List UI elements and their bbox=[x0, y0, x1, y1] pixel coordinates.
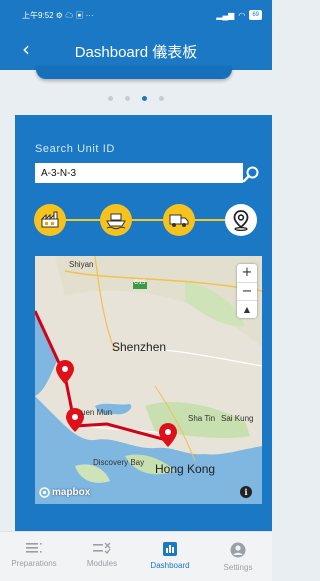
map-label: uen Mun bbox=[81, 408, 113, 417]
nav-label: Modules bbox=[86, 559, 118, 568]
status-bar: 上午9:52 ⚙ ☁ ▣ ··· ▂▄▆ ◠ 69 bbox=[0, 0, 272, 30]
bottom-navigation: Preparations Modules Dashboard Settings bbox=[0, 531, 272, 581]
carousel-dot[interactable] bbox=[108, 96, 113, 101]
factory-icon bbox=[40, 211, 59, 228]
status-time: 上午9:52 ⚙ ☁ ▣ ··· bbox=[22, 10, 94, 20]
info-icon[interactable]: i bbox=[240, 486, 252, 498]
step-destination[interactable] bbox=[225, 204, 257, 236]
carousel-dots bbox=[0, 96, 272, 101]
mapbox-logo[interactable]: mapbox bbox=[39, 487, 90, 498]
map-label: Shiyan bbox=[69, 260, 94, 269]
map-label: Shenzhen bbox=[112, 340, 167, 354]
map-pin[interactable] bbox=[159, 423, 177, 447]
location-pin-icon bbox=[233, 210, 249, 231]
previous-card[interactable] bbox=[36, 66, 232, 79]
search-label: Search Unit ID bbox=[35, 143, 115, 155]
map-label: Hong Kong bbox=[155, 462, 216, 476]
map-label: Discovery Bay bbox=[93, 458, 145, 467]
mapbox-icon bbox=[39, 487, 50, 498]
mapbox-attribution: mapbox bbox=[52, 487, 91, 498]
nav-item-settings[interactable]: Settings bbox=[204, 532, 272, 581]
nav-label: Preparations bbox=[11, 559, 57, 568]
signal-icon: ▂▄▆ bbox=[216, 10, 235, 20]
map-canvas bbox=[35, 256, 262, 504]
shipment-map[interactable]: Shiyan G15 Shenzhen uen Mun Sha Tin Sai … bbox=[35, 256, 262, 504]
truck-icon bbox=[169, 214, 189, 227]
step-truck[interactable] bbox=[163, 204, 195, 236]
progress-track bbox=[35, 219, 253, 221]
user-icon bbox=[230, 542, 246, 558]
bar-chart-icon bbox=[163, 542, 177, 556]
carousel-dot[interactable] bbox=[159, 96, 164, 101]
nav-label: Settings bbox=[223, 563, 253, 572]
nav-label: Dashboard bbox=[150, 561, 190, 570]
carousel-dot[interactable] bbox=[125, 96, 130, 101]
nav-item-dashboard[interactable]: Dashboard bbox=[136, 532, 204, 581]
status-icons: ▂▄▆ ◠ 69 bbox=[216, 10, 262, 20]
step-factory[interactable] bbox=[34, 204, 66, 236]
map-label: G15 bbox=[134, 280, 146, 286]
tracking-panel: Search Unit ID A-3-N-3 Shiyan G15 Shenzh… bbox=[15, 115, 272, 531]
nav-item-modules[interactable]: Modules bbox=[68, 532, 136, 581]
step-ship[interactable] bbox=[100, 204, 132, 236]
map-label: Sai Kung bbox=[221, 414, 254, 423]
unit-id-input[interactable] bbox=[35, 163, 243, 183]
battery-icon: 69 bbox=[249, 10, 262, 20]
map-pin[interactable] bbox=[56, 360, 74, 384]
map-label: Sha Tin bbox=[188, 414, 216, 423]
nav-item-preparations[interactable]: Preparations bbox=[0, 532, 68, 581]
compass-icon[interactable]: ▲ bbox=[237, 300, 257, 318]
zoom-in-button[interactable]: + bbox=[237, 264, 257, 282]
zoom-out-button[interactable]: − bbox=[237, 282, 257, 300]
ship-icon bbox=[106, 213, 126, 230]
carousel-dot-active[interactable] bbox=[142, 96, 147, 101]
checklist-icon bbox=[93, 542, 111, 554]
map-zoom-controls: + − ▲ bbox=[237, 264, 257, 318]
list-icon bbox=[26, 543, 42, 553]
app-header: ‹ Dashboard 儀表板 bbox=[0, 30, 272, 70]
page-title: Dashboard 儀表板 bbox=[74, 44, 198, 61]
search-icon[interactable] bbox=[240, 163, 262, 185]
wifi-icon: ◠ bbox=[238, 10, 246, 20]
